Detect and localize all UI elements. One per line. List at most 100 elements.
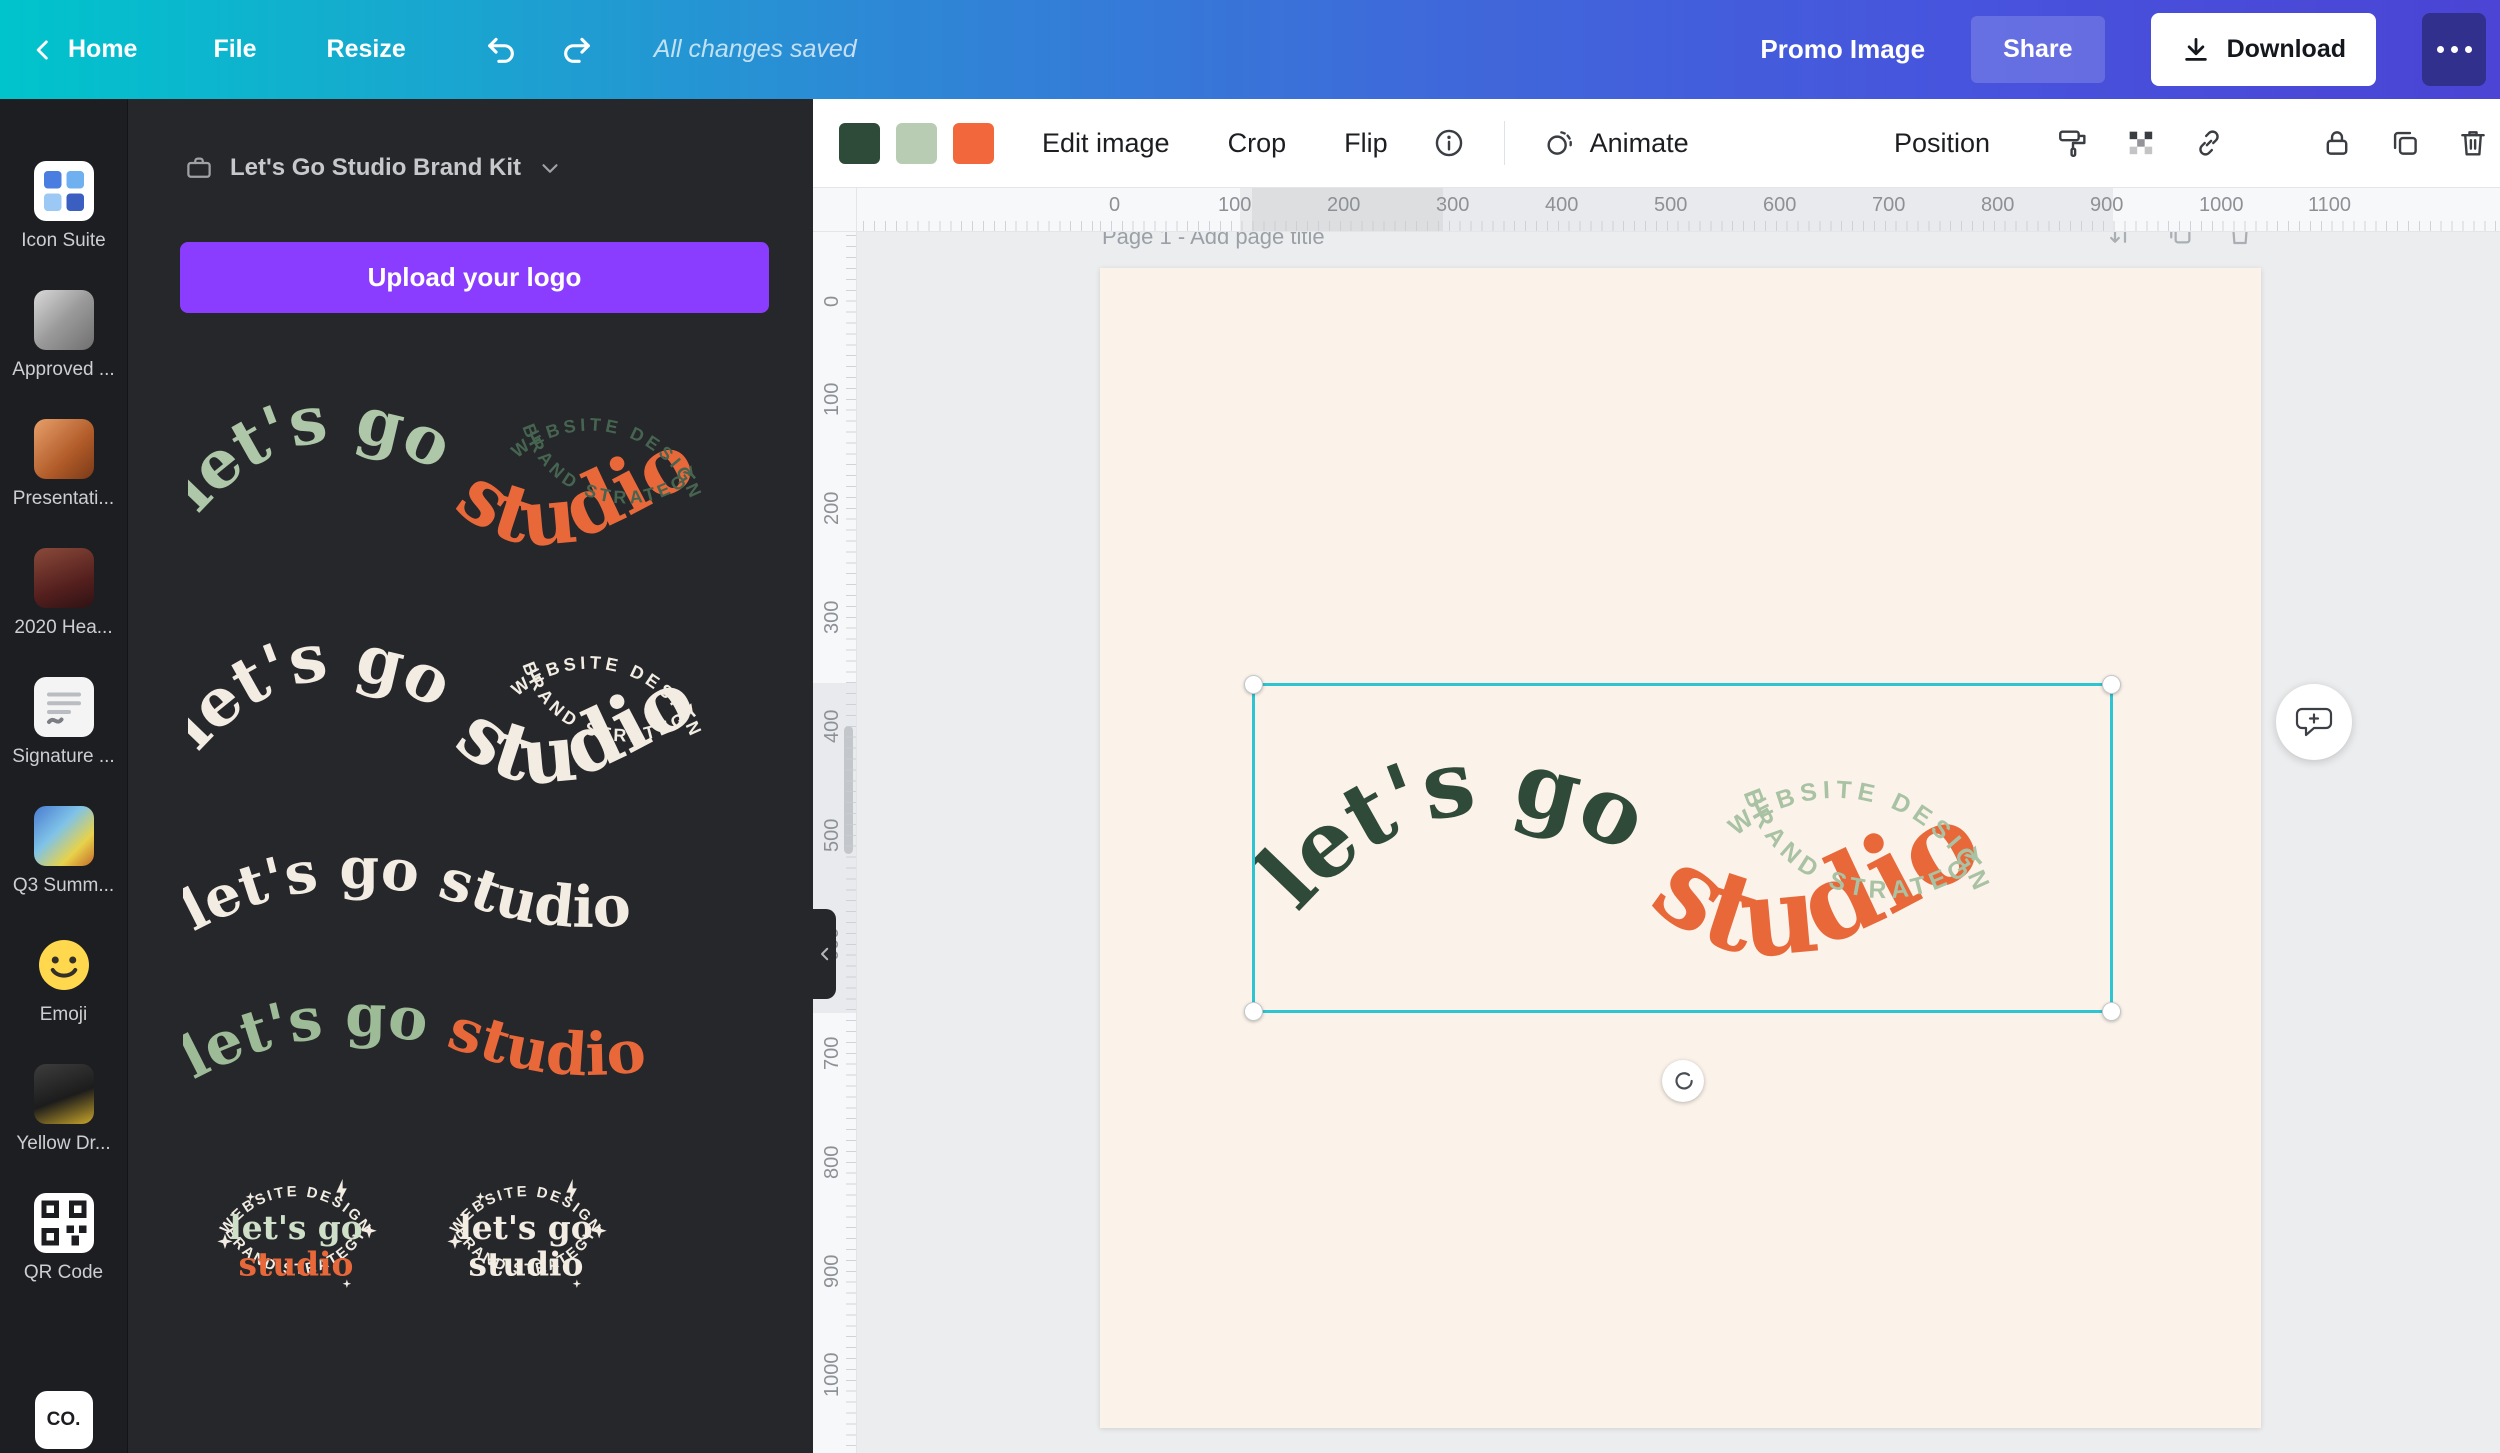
badge-studio-text: studio — [239, 1244, 354, 1283]
lock-icon — [2320, 126, 2354, 160]
logo-variant-wordmark-color[interactable]: let's gostudio — [183, 983, 773, 1115]
canvas-selected-logo[interactable]: let's go studio WEBSITE DESIGN BRAND STR… — [1252, 683, 2113, 1013]
resize-handle-top-left[interactable] — [1244, 675, 1263, 694]
yellow-dress-thumbnail — [34, 1064, 94, 1124]
svg-text:let's go: let's go — [188, 617, 464, 764]
duplicate-icon — [2388, 126, 2422, 160]
rail-item-qr-code[interactable]: QR Code — [0, 1193, 127, 1284]
logo-lets-text: let's go — [188, 617, 464, 764]
ruler-corner — [813, 188, 857, 232]
logo-studio-text: studio — [441, 994, 649, 1090]
rotate-handle[interactable] — [1662, 1060, 1704, 1102]
comment-bubble-icon — [2294, 702, 2334, 742]
duplicate-button[interactable] — [2388, 126, 2422, 160]
signature-thumbnail — [34, 677, 94, 737]
share-button[interactable]: Share — [1971, 16, 2104, 83]
rail-item-emoji[interactable]: Emoji — [0, 935, 127, 1026]
badge-lets-text: let's go — [229, 1208, 362, 1247]
download-button[interactable]: Download — [2151, 13, 2376, 86]
qr-code-icon — [34, 1193, 94, 1253]
workspace: Edit image Crop Flip Animate Position — [813, 99, 2500, 1453]
content-planner-logo[interactable]: CO. — [35, 1391, 93, 1449]
collapse-chevron-icon — [816, 945, 834, 963]
home-button[interactable]: Home — [30, 35, 137, 64]
redo-button[interactable] — [560, 33, 594, 67]
transparency-button[interactable] — [2124, 126, 2158, 160]
brand-kit-title: Let's Go Studio Brand Kit — [230, 154, 521, 182]
document-title[interactable]: Promo Image — [1760, 34, 1925, 65]
paint-roller-icon — [2056, 126, 2090, 160]
flip-button[interactable]: Flip — [1344, 128, 1388, 159]
badge-lets-text: let's go — [459, 1208, 592, 1247]
color-swatch-sage[interactable] — [896, 123, 937, 164]
more-button[interactable] — [2422, 13, 2486, 86]
rail-item-signature[interactable]: Signature ... — [0, 677, 127, 768]
info-icon — [1432, 126, 1466, 160]
animate-icon — [1543, 126, 1577, 160]
copy-style-button[interactable] — [2056, 126, 2090, 160]
resize-handle-bottom-left[interactable] — [1244, 1002, 1263, 1021]
app-rail: Icon Suite Approved ... Presentati... 20… — [0, 99, 128, 1453]
undo-button[interactable] — [484, 33, 518, 67]
svg-text:let's go: let's go — [1252, 728, 1663, 928]
file-menu[interactable]: File — [213, 35, 256, 64]
vertical-ruler: 0 100 200 300 400 500 600 700 800 900 10… — [813, 232, 857, 1453]
approved-thumbnail — [34, 290, 94, 350]
context-toolbar: Edit image Crop Flip Animate Position — [813, 99, 2500, 188]
toolbar-divider — [1504, 121, 1505, 165]
delete-button[interactable] — [2456, 126, 2490, 160]
upload-logo-button[interactable]: Upload your logo — [180, 242, 769, 313]
logo-variant-wordmark-white[interactable]: let's go studio — [183, 835, 773, 967]
logo-lets-text: let's go — [188, 379, 464, 526]
logo-full-text: let's go studio — [183, 836, 633, 944]
rail-item-presentation[interactable]: Presentati... — [0, 419, 127, 510]
undo-icon — [484, 33, 518, 67]
brand-kit-icon — [184, 153, 214, 183]
animate-button[interactable]: Animate — [1543, 126, 1689, 160]
redo-icon — [560, 33, 594, 67]
canvas-area[interactable]: 0 100 200 300 400 500 600 700 800 900 10… — [813, 188, 2500, 1453]
edit-image-button[interactable]: Edit image — [1042, 128, 1170, 159]
color-swatch-dark-green[interactable] — [839, 123, 880, 164]
logo-badge-white[interactable]: WEBSITE DESIGN BRAND STRATEGY let's go s… — [420, 1129, 632, 1341]
logo-lets-text: let's go — [1252, 728, 1663, 928]
link-button[interactable] — [2192, 126, 2226, 160]
position-button[interactable]: Position — [1894, 128, 1990, 159]
emoji-smiley-icon — [34, 935, 94, 995]
save-status: All changes saved — [654, 35, 857, 64]
lock-button[interactable] — [2320, 126, 2354, 160]
rail-item-2020-headshot[interactable]: 2020 Hea... — [0, 548, 127, 639]
horizontal-ruler: 0 100 200 300 400 500 600 700 800 900 10… — [857, 188, 2500, 232]
link-icon — [2192, 126, 2226, 160]
crop-button[interactable]: Crop — [1228, 128, 1287, 159]
comment-button[interactable] — [2276, 684, 2352, 760]
home-label: Home — [68, 35, 137, 64]
chevron-down-icon — [537, 155, 563, 181]
rail-item-q3-summary[interactable]: Q3 Summ... — [0, 806, 127, 897]
brand-kit-panel: Let's Go Studio Brand Kit Upload your lo… — [128, 99, 813, 1453]
q3-thumbnail — [34, 806, 94, 866]
logo-variant-circle-white[interactable]: let's go studio WEBSITE DESIGN BRAND STR… — [188, 585, 768, 825]
resize-handle-top-right[interactable] — [2102, 675, 2121, 694]
logo-badge-color[interactable]: WEBSITE DESIGN BRAND STRATEGY let's go s… — [190, 1129, 402, 1341]
resize-menu[interactable]: Resize — [327, 35, 406, 64]
presentation-thumbnail — [34, 419, 94, 479]
rail-item-yellow-dress[interactable]: Yellow Dr... — [0, 1064, 127, 1155]
chevron-left-icon — [30, 36, 58, 64]
badge-studio-text: studio — [469, 1244, 584, 1283]
vertical-scrollbar-thumb[interactable] — [844, 726, 853, 854]
panel-collapse-tab[interactable] — [813, 909, 836, 999]
trash-icon — [2456, 126, 2490, 160]
resize-handle-bottom-right[interactable] — [2102, 1002, 2121, 1021]
brand-kit-selector[interactable]: Let's Go Studio Brand Kit — [184, 153, 563, 183]
headshot-thumbnail — [34, 548, 94, 608]
color-swatch-orange[interactable] — [953, 123, 994, 164]
info-button[interactable] — [1432, 126, 1466, 160]
svg-text:let's gostudio: let's gostudio — [183, 983, 649, 1092]
icon-suite-thumbnail — [34, 161, 94, 221]
logo-variant-circle-color[interactable]: let's go studio WEBSITE DESIGN BRAND STR… — [188, 347, 768, 587]
rail-item-icon-suite[interactable]: Icon Suite — [0, 161, 127, 252]
transparency-icon — [2124, 126, 2158, 160]
topbar: Home File Resize All changes saved Promo… — [0, 0, 2500, 99]
rail-item-approved[interactable]: Approved ... — [0, 290, 127, 381]
